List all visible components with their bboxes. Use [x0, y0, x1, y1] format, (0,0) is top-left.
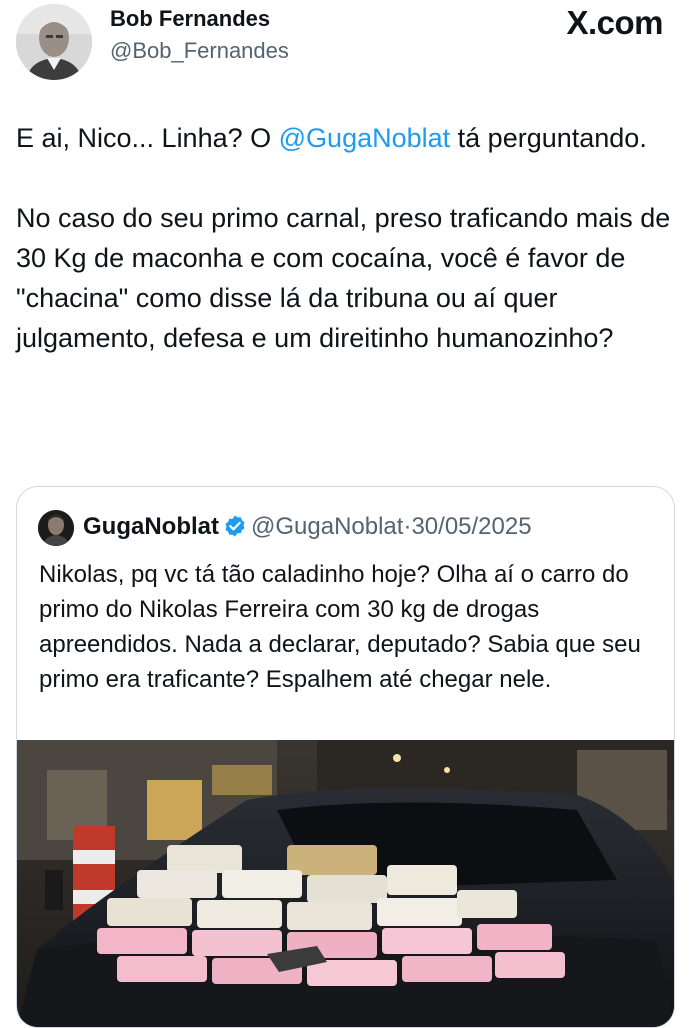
author-photo [16, 4, 92, 80]
post-paragraph-2: No caso do seu primo carnal, preso trafi… [16, 203, 671, 353]
quoted-author-avatar[interactable] [38, 510, 74, 546]
mention-link[interactable]: @GugaNoblat [279, 123, 451, 153]
quoted-post-header: GugaNoblat @GugaNoblat·30/05/2025 [83, 513, 532, 541]
post-text-part: E ai, Nico... Linha? O [16, 123, 279, 153]
quoted-author-photo [38, 510, 74, 546]
verified-badge-icon [223, 514, 247, 538]
post-header: Bob Fernandes @Bob_Fernandes X.com [0, 0, 691, 90]
quoted-post-image[interactable] [17, 740, 674, 1027]
x-brand-label: X.com [566, 4, 663, 41]
author-name[interactable]: Bob Fernandes [110, 6, 270, 32]
post-paragraph-1: E ai, Nico... Linha? O @GugaNoblat tá pe… [16, 118, 676, 158]
author-handle[interactable]: @Bob_Fernandes [110, 38, 289, 64]
quoted-post-text: Nikolas, pq vc tá tão caladinho hoje? Ol… [39, 561, 641, 693]
quoted-post-date[interactable]: 30/05/2025 [411, 513, 531, 540]
quoted-post-card[interactable]: GugaNoblat @GugaNoblat·30/05/2025 Nikolas… [16, 486, 675, 1028]
quoted-author-name[interactable]: GugaNoblat [83, 513, 219, 540]
post-text-part: tá perguntando. [450, 123, 647, 153]
author-avatar[interactable] [16, 4, 92, 80]
post-text: E ai, Nico... Linha? O @GugaNoblat tá pe… [16, 118, 676, 358]
seized-car-photo [17, 740, 674, 1027]
quoted-author-handle[interactable]: @GugaNoblat [251, 513, 403, 540]
